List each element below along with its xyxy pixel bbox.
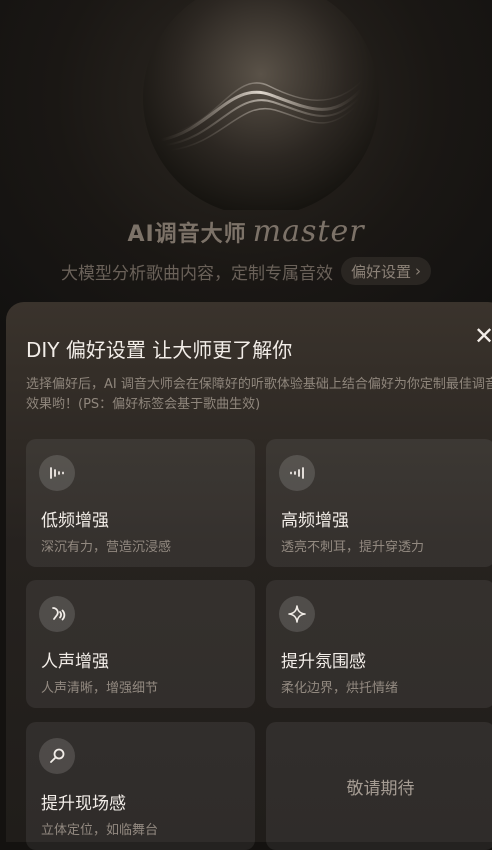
card-live-boost[interactable]: 提升现场感 立体定位，如临舞台	[26, 722, 255, 850]
hero-header: AI调音大师 master 大模型分析歌曲内容，定制专属音效 偏好设置 ›	[0, 0, 492, 330]
brand-title: AI调音大师 master	[0, 214, 492, 249]
card-title: 提升氛围感	[281, 652, 366, 672]
treble-wave-icon	[279, 455, 315, 491]
card-ambience-boost[interactable]: 提升氛围感 柔化边界，烘托情绪	[266, 580, 492, 708]
card-title: 高频增强	[281, 511, 349, 531]
chevron-right-icon: ›	[415, 262, 421, 280]
voice-icon	[39, 596, 75, 632]
card-subtitle: 人声清晰，增强细节	[41, 681, 159, 696]
card-treble-boost[interactable]: 高频增强 透亮不刺耳，提升穿透力	[266, 439, 492, 567]
card-subtitle: 深沉有力，营造沉浸感	[41, 540, 172, 555]
preference-settings-button[interactable]: 偏好设置 ›	[340, 257, 431, 285]
subtitle-text: 大模型分析歌曲内容，定制专属音效	[60, 263, 333, 284]
bass-wave-icon	[39, 455, 75, 491]
card-vocal-boost[interactable]: 人声增强 人声清晰，增强细节	[26, 580, 255, 708]
sparkle-icon	[279, 596, 315, 632]
brand-script: master	[252, 214, 365, 249]
card-title: 提升现场感	[41, 794, 126, 814]
close-icon[interactable]: ✕	[474, 324, 492, 348]
sheet-description: 选择偏好后，AI 调音大师会在保障好的听歌体验基础上结合偏好为你定制最佳调音效果…	[26, 377, 492, 412]
card-title: 人声增强	[41, 652, 109, 672]
card-subtitle: 柔化边界，烘托情绪	[281, 681, 399, 696]
brand-name: AI调音大师	[127, 222, 247, 247]
sound-orb-graphic	[141, 0, 381, 210]
card-subtitle: 透亮不刺耳，提升穿透力	[281, 540, 425, 555]
preference-sheet: DIY 偏好设置 让大师更了解你 ✕ 选择偏好后，AI 调音大师会在保障好的听歌…	[6, 302, 492, 850]
coming-soon-label: 敬请期待	[346, 778, 415, 799]
microphone-icon	[39, 738, 75, 774]
subtitle-row: 大模型分析歌曲内容，定制专属音效 偏好设置 ›	[0, 256, 492, 286]
card-title: 低频增强	[41, 511, 109, 531]
sheet-title: DIY 偏好设置 让大师更了解你	[26, 338, 293, 362]
card-subtitle: 立体定位，如临舞台	[41, 823, 159, 838]
card-bass-boost[interactable]: 低频增强 深沉有力，营造沉浸感	[26, 439, 255, 567]
preference-settings-label: 偏好设置	[350, 262, 411, 281]
card-coming-soon: 敬请期待	[266, 722, 492, 850]
